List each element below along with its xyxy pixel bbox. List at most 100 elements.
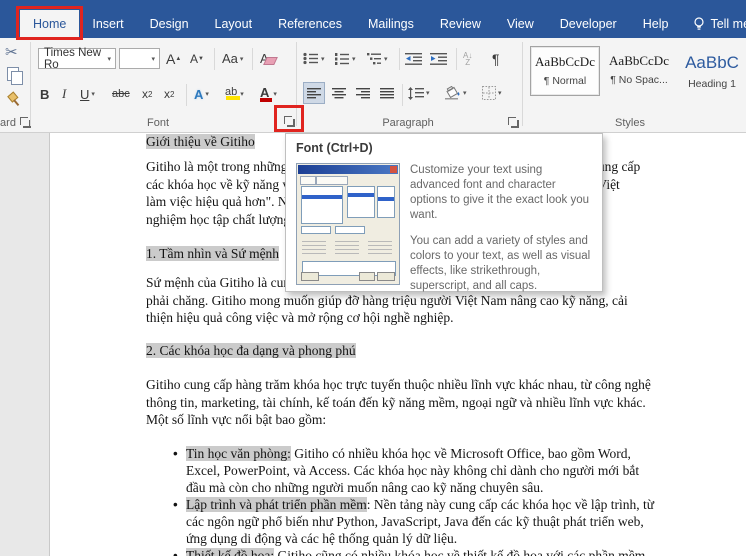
doc-line: thiện hiệu quả công việc và mở rộng cơ h… [146, 309, 453, 327]
tab-home[interactable]: Home [16, 6, 84, 40]
clipboard-group-label: ard [0, 117, 16, 129]
tab-mailings[interactable]: Mailings [355, 10, 427, 38]
bold-button[interactable]: B [40, 82, 49, 106]
ribbon-tab-bar: Home Insert Design Layout References Mailings… [0, 0, 746, 40]
line-spacing-button[interactable]: ▾ [408, 82, 430, 104]
font-color-icon: A [258, 85, 272, 104]
text-effects-button[interactable]: A ▾ [194, 82, 209, 106]
increase-indent-button[interactable] [430, 48, 447, 69]
paragraph-dialog-launcher[interactable] [506, 115, 520, 129]
divider [214, 48, 215, 70]
ribbon: ✂ ard Times New Ro ▾ ▾ A ▲ A ▼ Aa ▾ A B I U ▾… [0, 38, 746, 133]
doc-bullet-line: • Lập trình và phát triển phần mềm: Nền t… [146, 496, 654, 514]
change-case-button[interactable]: Aa ▾ [222, 48, 243, 69]
align-center-button[interactable] [328, 82, 350, 104]
tooltip-paragraph-1: Customize your text using advanced font … [410, 164, 589, 221]
divider [399, 48, 400, 70]
tab-help[interactable]: Help [630, 10, 682, 38]
superscript-button[interactable]: x2 [164, 82, 174, 106]
tab-references[interactable]: References [265, 10, 355, 38]
tab-tell-me[interactable]: Tell me [681, 10, 746, 38]
italic-button[interactable]: I [62, 82, 66, 106]
tab-developer[interactable]: Developer [547, 10, 630, 38]
paint-bucket-icon [445, 86, 460, 100]
justify-button[interactable] [376, 82, 398, 104]
group-separator [522, 42, 523, 126]
selected-text: Giới thiệu về Gitiho [146, 134, 255, 149]
strikethrough-button[interactable]: abc [112, 82, 130, 106]
pilcrow-icon: ¶ [492, 50, 500, 67]
doc-text-segment: thông tin, marketing, tài chính, kế toán… [146, 395, 646, 410]
doc-text-segment: Gitiho cung cấp hàng trăm khóa học trực … [146, 377, 651, 392]
tab-label: Developer [559, 17, 617, 31]
doc-line: Excel, PowerPoint, và Access. Các khóa h… [186, 462, 639, 480]
style-heading-1[interactable]: AaBbC Heading 1 [676, 46, 746, 96]
tab-label: View [506, 17, 534, 31]
multilevel-list-icon [367, 53, 381, 65]
borders-button[interactable]: ▾ [482, 82, 502, 104]
clear-formatting-button[interactable]: A [260, 48, 278, 69]
increase-indent-icon [430, 53, 447, 65]
tab-design[interactable]: Design [137, 10, 202, 38]
numbering-button[interactable]: ▾ [334, 48, 356, 69]
doc-text-segment: Gitiho cũng có nhiều khóa học về thiết k… [274, 548, 646, 556]
highlight-color-button[interactable]: ab ▾ [224, 82, 244, 106]
tab-label: References [278, 17, 342, 31]
tab-label: Design [149, 17, 189, 31]
lightbulb-icon [694, 17, 705, 30]
numbered-list-icon [335, 53, 349, 65]
doc-line: Gitiho cung cấp hàng trăm khóa học trực … [146, 376, 651, 394]
grow-font-button[interactable]: A ▲ [166, 48, 181, 69]
tab-insert[interactable]: Insert [79, 10, 136, 38]
divider [186, 84, 187, 106]
font-size-combo[interactable]: ▾ [119, 48, 160, 69]
shading-button[interactable]: ▾ [444, 82, 467, 104]
borders-icon [482, 86, 496, 100]
tooltip-title: Font (Ctrl+D) [296, 141, 373, 155]
line-spacing-icon [408, 86, 424, 100]
subscript-button[interactable]: x2 [142, 82, 152, 106]
doc-line: 2. Các khóa học đa dạng và phong phú [146, 342, 356, 360]
highlight-box-font-launcher [274, 105, 304, 132]
font-color-button[interactable]: A ▾ [258, 82, 277, 106]
style-normal[interactable]: AaBbCcDc ¶ Normal [530, 46, 600, 96]
font-dialog-thumbnail [296, 163, 400, 285]
sort-button[interactable]: A↓ Z [463, 48, 472, 69]
doc-text-segment: Một số lĩnh vực nổi bật bao gồm: [146, 412, 327, 427]
doc-text-segment: Gitiho có nhiều khóa học về Microsoft Of… [290, 446, 631, 461]
tab-layout[interactable]: Layout [202, 10, 266, 38]
doc-line: ứng dụng di động và các hệ thống quản lý… [186, 530, 457, 548]
bullet-glyph: • [173, 446, 178, 461]
styles-group-label: Styles [615, 117, 645, 129]
eraser-icon: A [260, 51, 278, 66]
selected-text: 2. Các khóa học đa dạng và phong phú [146, 343, 356, 358]
multilevel-list-button[interactable]: ▾ [366, 48, 388, 69]
format-painter-button[interactable] [7, 91, 21, 107]
style-no-spacing[interactable]: AaBbCcDc ¶ No Spac... [604, 46, 674, 96]
align-left-icon [307, 88, 321, 99]
doc-line: các ngôn ngữ phổ biến như Python, JavaSc… [186, 513, 644, 531]
tab-view[interactable]: View [494, 10, 547, 38]
tab-label: Layout [214, 17, 253, 31]
justify-icon [380, 88, 394, 99]
bullet-glyph: • [173, 548, 178, 556]
tab-label: Insert [92, 17, 124, 31]
scissors-icon: ✂ [5, 44, 18, 61]
tab-label: Home [33, 17, 67, 31]
tab-review[interactable]: Review [427, 10, 494, 38]
divider [402, 84, 403, 106]
decrease-indent-button[interactable] [405, 48, 422, 69]
cut-button[interactable]: ✂ [5, 43, 18, 61]
show-paragraph-marks-button[interactable]: ¶ [492, 48, 500, 69]
bullets-button[interactable]: ▾ [303, 48, 325, 69]
tab-label: Tell me [710, 17, 746, 31]
doc-text-segment: đầu mà còn cho những người muốn nâng cao… [186, 480, 544, 495]
underline-button[interactable]: U ▾ [80, 82, 95, 106]
doc-bullet-line: • Tin học văn phòng: Gitiho có nhiều khóa… [146, 445, 631, 463]
shrink-font-button[interactable]: A ▼ [190, 48, 204, 69]
font-name-combo[interactable]: Times New Ro ▾ [38, 47, 116, 71]
copy-button[interactable] [7, 67, 23, 85]
align-left-button[interactable] [303, 82, 325, 104]
align-right-button[interactable] [352, 82, 374, 104]
selected-text: Lập trình và phát triển phần mềm [186, 497, 367, 512]
